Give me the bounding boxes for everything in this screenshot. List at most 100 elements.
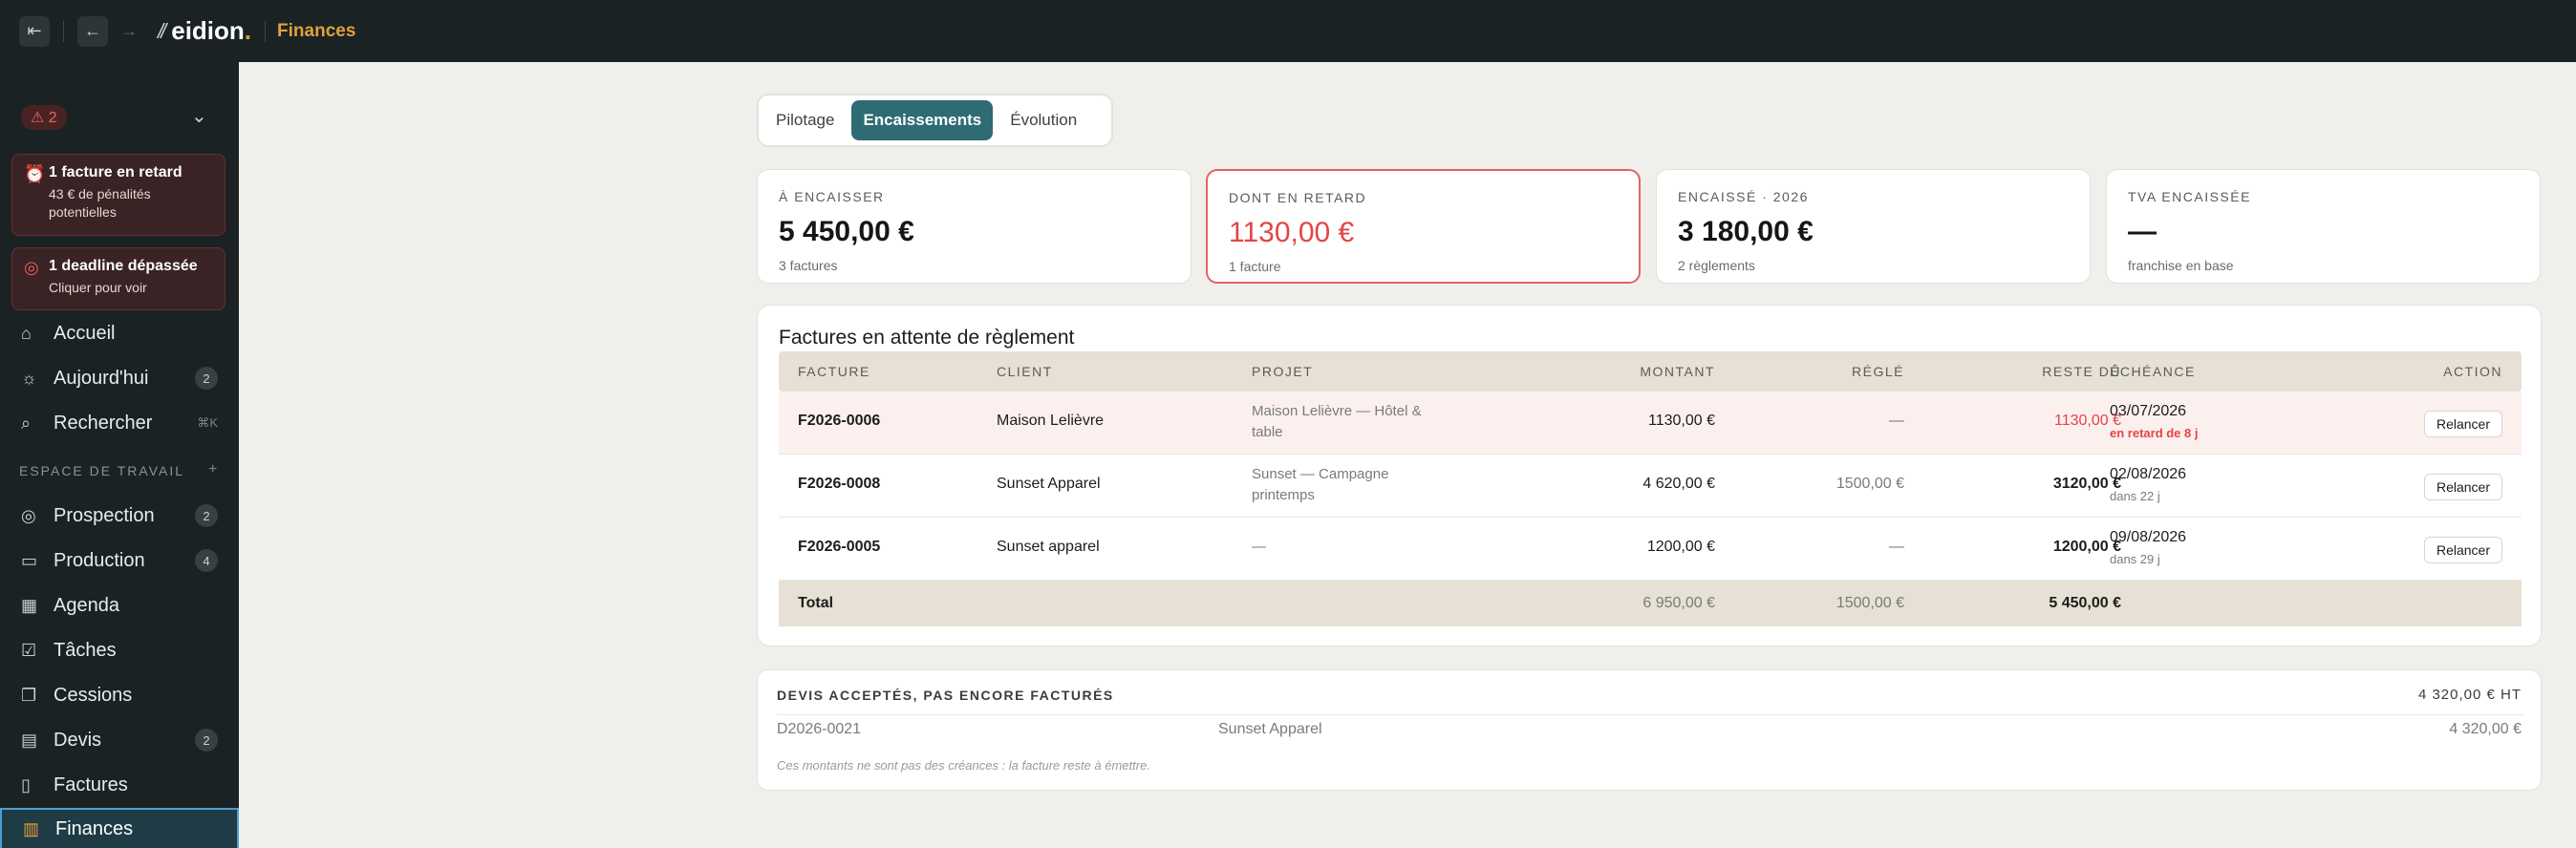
column-header: FACTURE	[798, 364, 870, 379]
logo-mark-icon: //	[158, 18, 166, 43]
quote-client: Sunset Apparel	[1218, 721, 1322, 737]
sidebar-item-devis[interactable]: ▤ Devis 2	[0, 718, 239, 762]
invoice-number: F2026-0008	[798, 476, 881, 492]
remaining-due: 1200,00 €	[2052, 539, 2121, 555]
column-header: PROJET	[1252, 364, 1314, 379]
table-row[interactable]: F2026-0005 Sunset apparel — 1200,00 € — …	[779, 518, 2522, 581]
sidebar-item-label: Tâches	[54, 639, 117, 661]
sidebar-item-label: Finances	[55, 817, 134, 839]
tab-evolution[interactable]: Évolution	[998, 100, 1088, 140]
invoice-icon: ▯	[21, 774, 31, 795]
table-header: FACTURE CLIENT PROJET MONTANT RÉGLÉ REST…	[779, 351, 2522, 392]
back-button[interactable]: ←	[77, 15, 108, 47]
sun-icon: ☼	[21, 368, 37, 388]
settled-amount: 1500,00 €	[1835, 476, 1904, 492]
relancer-button[interactable]: Relancer	[2423, 411, 2502, 437]
kpi-card-en-retard: DONT EN RETARD 1130,00 € 1 facture	[1206, 169, 1641, 284]
collapse-sidebar-button[interactable]: ⇤	[19, 15, 50, 47]
alert-count-badge[interactable]: ⚠ 2	[21, 105, 67, 130]
top-bar: ⇤ ← → // eidion. Finances	[0, 0, 2576, 62]
sidebar-item-label: Prospection	[54, 504, 155, 526]
document-stack-icon: ❐	[21, 685, 37, 705]
pending-invoices-card: Factures en attente de règlement FACTURE…	[757, 305, 2542, 647]
sidebar-item-label: Cessions	[54, 684, 133, 706]
alert-detail: Cliquer pour voir	[49, 280, 147, 295]
sidebar-item-factures[interactable]: ▯ Factures	[0, 763, 239, 807]
sidebar-item-finances[interactable]: ▥ Finances	[0, 808, 239, 848]
alert-card-late-invoice[interactable]: ⏰ 1 facture en retard 43 € de pénalités …	[11, 154, 225, 236]
relancer-button[interactable]: Relancer	[2423, 474, 2502, 500]
project-name: —	[1252, 539, 1266, 555]
bar-chart-icon: ▥	[23, 818, 40, 838]
section-label-workspace: ESPACE DE TRAVAIL	[19, 463, 185, 478]
quote-number[interactable]: D2026-0021	[777, 721, 861, 738]
total-label: Total	[798, 595, 834, 611]
kpi-card-a-encaisser: À ENCAISSER 5 450,00 € 3 factures	[757, 169, 1191, 284]
total-settled: 1500,00 €	[1835, 595, 1904, 611]
due-status: dans 29 j	[2110, 552, 2160, 566]
divider	[777, 714, 2523, 715]
kpi-card-encaisse: ENCAISSÉ · 2026 3 180,00 € 2 règlements	[1656, 169, 2091, 284]
sidebar-item-accueil[interactable]: ⌂ Accueil	[0, 311, 239, 355]
kpi-card-tva: TVA ENCAISSÉE — franchise en base	[2106, 169, 2541, 284]
target-icon: ◎	[21, 505, 36, 525]
card-header-total: 4 320,00 € HT	[2417, 687, 2522, 703]
brand-name: eidion	[171, 16, 245, 45]
project-name-cont: printemps	[1252, 487, 1315, 503]
alert-detail: 43 € de pénalités potentielles	[49, 186, 151, 220]
client-name: Maison Lelièvre	[997, 413, 1105, 429]
due-date: 02/08/2026	[2110, 466, 2187, 482]
remaining-due: 1130,00 €	[2054, 413, 2121, 429]
client-name: Sunset apparel	[997, 539, 1100, 555]
brand-dot: .	[244, 16, 252, 45]
kpi-value: 1130,00 €	[1229, 217, 1355, 248]
arrow-right-icon: →	[120, 21, 138, 40]
kpi-subtext: franchise en base	[2128, 258, 2234, 273]
column-header: ACTION	[2443, 364, 2502, 379]
tab-encaissements[interactable]: Encaissements	[851, 100, 994, 140]
forward-button[interactable]: →	[114, 16, 144, 47]
kpi-label: ENCAISSÉ · 2026	[1678, 189, 1809, 204]
project-name: Maison Lelièvre — Hôtel &	[1252, 403, 1422, 419]
table-row[interactable]: F2026-0006 Maison Lelièvre Maison Lelièv…	[779, 392, 2522, 455]
sidebar-item-rechercher[interactable]: ⌕ Rechercher ⌘K	[0, 401, 239, 445]
kpi-label: DONT EN RETARD	[1229, 190, 1367, 205]
tab-pilotage[interactable]: Pilotage	[764, 100, 846, 140]
sidebar-item-label: Accueil	[54, 322, 116, 344]
sidebar-item-label: Aujourd'hui	[54, 367, 149, 389]
total-remaining: 5 450,00 €	[2049, 595, 2121, 611]
relancer-button[interactable]: Relancer	[2423, 537, 2502, 563]
sidebar-item-aujourdhui[interactable]: ☼ Aujourd'hui 2	[0, 356, 239, 400]
amount: 1200,00 €	[1646, 539, 1715, 555]
amount: 4 620,00 €	[1642, 476, 1715, 492]
project-name-cont: table	[1252, 424, 1283, 440]
alert-title: 1 deadline dépassée	[49, 258, 198, 274]
add-workspace-item-button[interactable]: +	[208, 461, 217, 478]
quote-document-icon: ▤	[21, 730, 38, 750]
sidebar-item-label: Devis	[54, 729, 102, 751]
invoice-number: F2026-0006	[798, 413, 881, 429]
sidebar-item-agenda[interactable]: ▦ Agenda	[0, 583, 239, 627]
sidebar: ⚠ 2 ⌄ ⏰ 1 facture en retard 43 € de péna…	[0, 62, 239, 848]
sidebar-item-label: Factures	[54, 774, 128, 795]
sidebar-item-cessions[interactable]: ❐ Cessions	[0, 673, 239, 717]
project-name: Sunset — Campagne	[1252, 466, 1389, 482]
brand-logo[interactable]: // eidion.	[158, 16, 251, 46]
sidebar-item-label: Agenda	[54, 594, 119, 616]
accepted-quotes-card: DEVIS ACCEPTÉS, PAS ENCORE FACTURÉS 4 32…	[757, 669, 2542, 791]
disclaimer-note: Ces montants ne sont pas des créances : …	[777, 758, 1150, 773]
due-status: dans 22 j	[2110, 489, 2160, 503]
amount: 1130,00 €	[1648, 413, 1715, 429]
card-header: DEVIS ACCEPTÉS, PAS ENCORE FACTURÉS	[777, 688, 1114, 703]
sidebar-item-taches[interactable]: ☑ Tâches	[0, 628, 239, 672]
alert-card-deadline[interactable]: ◎ 1 deadline dépassée Cliquer pour voir	[11, 247, 225, 310]
remaining-due: 3120,00 €	[2052, 476, 2121, 492]
sidebar-item-production[interactable]: ▭ Production 4	[0, 539, 239, 583]
count-badge: 2	[195, 504, 218, 527]
calendar-icon: ▦	[21, 595, 38, 615]
home-icon: ⌂	[21, 323, 32, 343]
settled-amount: —	[1889, 413, 1904, 429]
table-row[interactable]: F2026-0008 Sunset Apparel Sunset — Campa…	[779, 455, 2522, 518]
chevron-down-icon[interactable]: ⌄	[191, 104, 207, 128]
sidebar-item-prospection[interactable]: ◎ Prospection 2	[0, 494, 239, 538]
